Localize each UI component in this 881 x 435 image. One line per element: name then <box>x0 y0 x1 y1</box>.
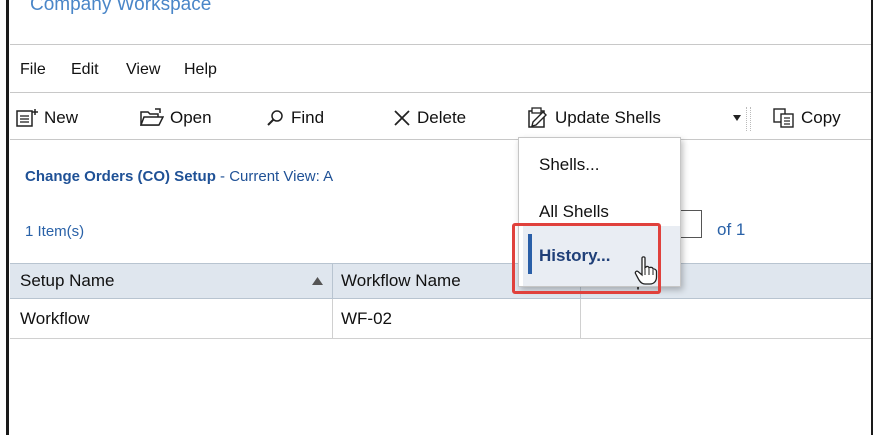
window-left-border <box>6 0 9 435</box>
divider <box>10 44 871 45</box>
app-window: Company Workspace File Edit View Help Ne… <box>0 0 881 435</box>
setup-name-header-label: Setup Name <box>20 271 115 290</box>
page-total: of 1 <box>717 220 746 239</box>
menu-item-all-shells[interactable]: All Shells <box>539 202 700 222</box>
caret-down-icon <box>733 115 741 121</box>
copy-icon <box>773 108 794 128</box>
update-shells-label: Update Shells <box>555 108 661 127</box>
menu-help[interactable]: Help <box>184 61 217 79</box>
sort-ascending-icon[interactable] <box>312 277 323 285</box>
workflow-name-header-label: Workflow Name <box>341 271 461 290</box>
column-divider <box>332 264 333 298</box>
menu-item-shells[interactable]: Shells... <box>539 155 700 175</box>
column-divider <box>580 299 581 338</box>
delete-x-icon <box>394 110 410 126</box>
find-label: Find <box>291 108 325 127</box>
menu-edit[interactable]: Edit <box>71 61 99 79</box>
copy-button[interactable]: Copy <box>773 105 841 131</box>
open-folder-icon <box>140 108 164 126</box>
column-divider <box>332 299 333 338</box>
menu-view[interactable]: View <box>126 61 160 79</box>
column-header-setup-name[interactable]: Setup Name <box>20 264 320 298</box>
page-title: Change Orders (CO) Setup - Current View:… <box>25 168 333 185</box>
items-count: 1 Item(s) <box>25 223 85 240</box>
setup-name-cell: Workflow <box>20 308 90 328</box>
update-shells-button[interactable]: Update Shells <box>527 105 661 131</box>
setup-title-text: Change Orders (CO) Setup <box>25 168 216 185</box>
delete-label: Delete <box>417 108 467 127</box>
delete-button[interactable]: Delete <box>393 105 466 131</box>
open-button[interactable]: Open <box>140 105 212 131</box>
window-right-border <box>871 0 873 435</box>
copy-label: Copy <box>801 108 841 127</box>
new-button[interactable]: New <box>16 105 78 131</box>
open-label: Open <box>170 108 212 127</box>
update-shells-dropdown-arrow[interactable] <box>732 105 748 131</box>
search-icon <box>267 110 283 126</box>
new-label: New <box>44 108 79 127</box>
update-shells-icon <box>528 107 547 128</box>
grid-header: Setup Name Workflow Name Description <box>10 263 871 299</box>
menu-file[interactable]: File <box>20 61 46 79</box>
menubar: File Edit View Help <box>10 48 871 92</box>
divider <box>10 92 871 93</box>
divider <box>10 139 871 140</box>
workspace-title[interactable]: Company Workspace <box>30 0 211 16</box>
table-row[interactable]: Workflow WF-02 <box>10 299 871 339</box>
new-document-icon <box>16 109 38 127</box>
find-button[interactable]: Find <box>267 105 324 131</box>
current-view-label[interactable]: - Current View: A <box>216 168 333 185</box>
workflow-name-cell: WF-02 <box>341 308 392 328</box>
hand-cursor-icon <box>634 256 658 285</box>
toolbar: New Open Find Delete Update Shells Copy <box>10 95 871 139</box>
